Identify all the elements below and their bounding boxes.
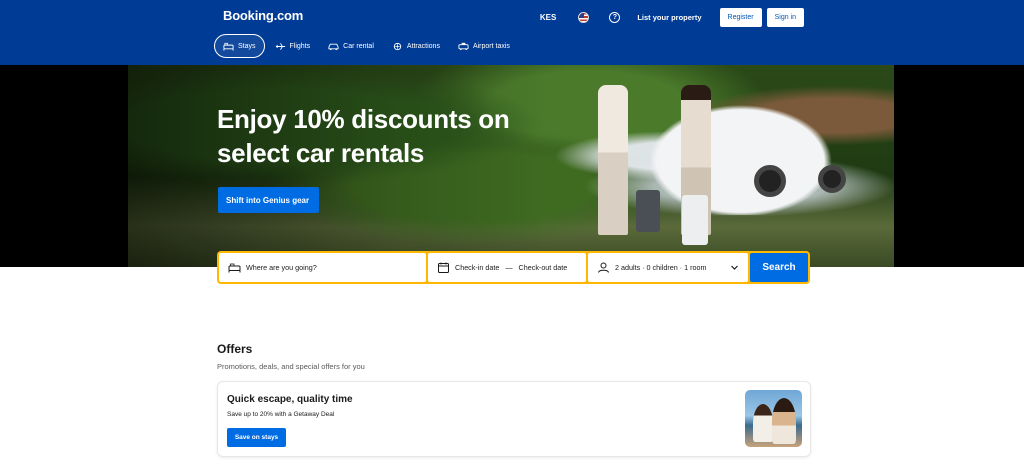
guests-summary: 2 adults · 0 children · 1 room [615, 263, 707, 272]
guests-field[interactable]: 2 adults · 0 children · 1 room [588, 253, 748, 282]
search-bar: Where are you going? Check-in date — Che… [217, 251, 810, 284]
check-out-label: Check-out date [518, 263, 568, 272]
car-wheel [818, 165, 846, 193]
nav-tab-attractions[interactable]: Attractions [384, 34, 448, 58]
plane-icon [275, 42, 286, 51]
hero-title: Enjoy 10% discounts on select car rental… [217, 104, 510, 168]
register-button[interactable]: Register [719, 7, 762, 27]
person-figure [772, 398, 796, 444]
nav-tab-label: Airport taxis [472, 42, 510, 50]
person-figure [753, 404, 773, 442]
top-header: Booking.com KES ? List your property Reg… [0, 0, 1024, 65]
destination-placeholder: Where are you going? [246, 263, 317, 272]
offers-subheading: Promotions, deals, and special offers fo… [217, 362, 365, 371]
us-flag-icon[interactable] [578, 11, 590, 23]
destination-field[interactable]: Where are you going? [219, 253, 426, 282]
nav-tab-label: Flights [289, 42, 311, 50]
search-button[interactable]: Search [750, 253, 808, 282]
attractions-icon [392, 42, 403, 51]
nav-tab-car-rental[interactable]: Car rental [320, 34, 382, 58]
header-actions: KES ? List your property Register Sign i… [540, 7, 804, 27]
nav-tab-airport-taxis[interactable]: Airport taxis [450, 34, 518, 58]
save-on-stays-button[interactable]: Save on stays [227, 428, 286, 447]
chevron-down-icon [731, 265, 738, 270]
suitcase-dark [636, 190, 660, 232]
offer-card-title: Quick escape, quality time [227, 394, 353, 405]
offer-card-image [745, 390, 802, 447]
currency-selector[interactable]: KES [540, 13, 556, 22]
question-circle-icon[interactable]: ? [609, 11, 621, 23]
nav-tab-label: Car rental [343, 42, 374, 50]
car-illustration [633, 95, 848, 215]
check-in-label: Check-in date [455, 263, 500, 272]
calendar-icon [437, 262, 450, 273]
nav-tab-stays[interactable]: Stays [214, 34, 265, 58]
booking-logo[interactable]: Booking.com [223, 8, 303, 23]
genius-cta-button[interactable]: Shift into Genius gear [218, 187, 319, 213]
sign-in-button[interactable]: Sign in [766, 7, 804, 27]
person-icon [597, 262, 610, 273]
man-figure [598, 85, 628, 235]
offers-heading: Offers [217, 342, 253, 356]
bed-icon [223, 42, 234, 51]
date-separator: — [505, 263, 513, 272]
offer-card: Quick escape, quality time Save up to 20… [217, 381, 811, 457]
main-nav: Stays Flights Car rental Attractions Air… [214, 34, 520, 58]
nav-tab-label: Attractions [406, 42, 440, 50]
date-picker-field[interactable]: Check-in date — Check-out date [428, 253, 586, 282]
taxi-icon [458, 42, 469, 51]
woman-figure [681, 85, 711, 235]
car-icon [328, 42, 339, 51]
nav-tab-label: Stays [238, 42, 256, 50]
list-your-property-link[interactable]: List your property [637, 13, 701, 22]
suitcase-light [682, 195, 708, 245]
bed-icon [228, 262, 241, 273]
offer-card-subtitle: Save up to 20% with a Getaway Deal [227, 411, 335, 418]
car-wheel [754, 165, 786, 197]
nav-tab-flights[interactable]: Flights [267, 34, 319, 58]
